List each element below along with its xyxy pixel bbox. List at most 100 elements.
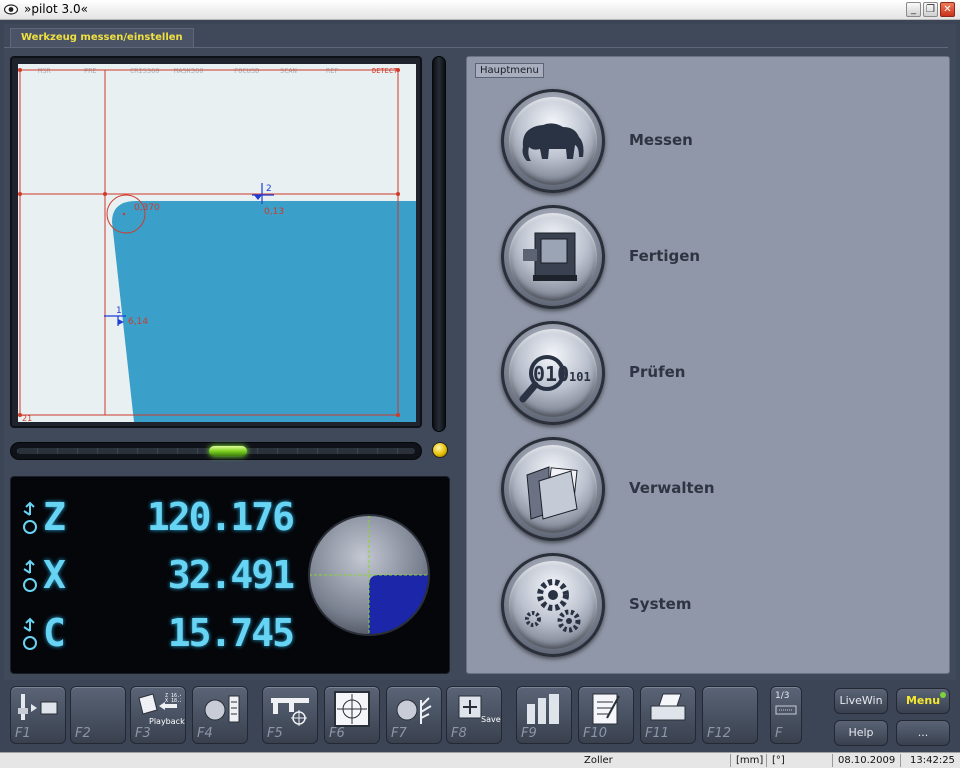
fkey-f2[interactable]: F2 (70, 686, 126, 744)
close-button[interactable]: ✕ (940, 2, 955, 17)
fkey-f10[interactable]: F10 (578, 686, 634, 744)
fkey-label: F1 (15, 726, 31, 741)
fkey-f11[interactable]: F11 (640, 686, 696, 744)
status-separator (900, 754, 901, 767)
fkey-f1[interactable]: F1 (10, 686, 66, 744)
menu-button[interactable]: Menu (896, 688, 950, 714)
main-menu-panel: Hauptmenu Messen Fertigen 010 101 Prüfen… (466, 56, 950, 674)
status-bar: Zoller [mm] [°] 08.10.2009 13:42:25 (0, 752, 960, 768)
minimize-button[interactable]: _ (906, 2, 921, 17)
fkey-label: F (775, 726, 783, 741)
status-unit-mm: [mm] (736, 755, 764, 766)
tab-divider (4, 47, 948, 48)
menu-indicator-icon (940, 692, 946, 698)
livewin-button[interactable]: LiveWin (834, 688, 888, 714)
fkey-label: F7 (391, 726, 407, 741)
axis-c-value: 15.745 (167, 611, 295, 655)
fkey-f12[interactable]: F12 (702, 686, 758, 744)
notepad-icon (592, 693, 620, 725)
title-bar: »pilot 3.0« _ ❐ ✕ (0, 0, 960, 20)
fkey-label: F12 (707, 726, 732, 741)
axis-row-c: C 15.745 (11, 607, 301, 663)
status-time: 13:42:25 (910, 755, 955, 766)
axis-arrows-icon (23, 559, 37, 592)
menu-item-system[interactable]: System (501, 553, 921, 661)
menu-label-messen: Messen (629, 131, 693, 149)
folder-icon (526, 466, 578, 520)
camera-tab-scan[interactable]: SCAN (280, 67, 297, 75)
menu-heading: Hauptmenu (475, 63, 544, 78)
fkey-f4[interactable]: F4 (192, 686, 248, 744)
fkey-label: F11 (645, 726, 670, 741)
fkey-f5[interactable]: F5 (262, 686, 318, 744)
slider-knob[interactable] (209, 446, 247, 456)
menu-label-verwalten: Verwalten (629, 479, 715, 497)
fkey-f8[interactable]: Save F8 (446, 686, 502, 744)
fkey-sublabel: Playback (149, 717, 185, 726)
menu-item-verwalten[interactable]: Verwalten (501, 437, 921, 545)
menu-button-system[interactable] (501, 553, 605, 657)
menu-button-pruefen[interactable]: 010 101 (501, 321, 605, 425)
fkey-sublabel: Save (481, 715, 501, 724)
camera-tab-detect[interactable]: DETECT (372, 67, 398, 75)
fkey-f7[interactable]: F7 (386, 686, 442, 744)
fkey-label: F8 (451, 726, 467, 741)
menu-button-messen[interactable] (501, 89, 605, 193)
marker2-id: 2 (266, 184, 272, 194)
axis-arrows-icon (23, 617, 37, 650)
camera-view-frame: MSR PRE CRIS360 MASK360 FOCUSD SCAN REF … (10, 56, 422, 428)
tab-werkzeug-messen[interactable]: Werkzeug messen/einstellen (10, 28, 194, 47)
focus-vertical-slider[interactable] (432, 56, 446, 432)
camera-tab-ref[interactable]: REF (326, 67, 339, 75)
fkey-label: F3 (135, 726, 151, 741)
status-date: 08.10.2009 (838, 755, 896, 766)
camera-tab-pre[interactable]: PRE (84, 67, 97, 75)
fkey-label: F6 (329, 726, 345, 741)
fkey-label: F9 (521, 726, 537, 741)
window-title: »pilot 3.0« (24, 2, 88, 16)
menu-label-pruefen: Prüfen (629, 363, 686, 381)
status-separator (730, 754, 731, 767)
zoom-horizontal-slider[interactable] (10, 442, 422, 460)
status-company: Zoller (584, 755, 613, 766)
app-eye-icon (4, 4, 18, 15)
status-led-icon (432, 442, 448, 458)
fkey-f3[interactable]: Z 16.474 X 18.224 Playback F3 (130, 686, 186, 744)
camera-tab-mask360[interactable]: MASK360 (174, 67, 204, 75)
camera-tab-cris360[interactable]: CRIS360 (130, 67, 160, 75)
status-unit-deg: [°] (772, 755, 785, 766)
printer-icon (650, 693, 686, 721)
more-button[interactable]: ... (896, 720, 950, 746)
axis-z-value: 120.176 (146, 495, 295, 539)
camera-tab-msr[interactable]: MSR (38, 67, 51, 75)
menu-label-fertigen: Fertigen (629, 247, 701, 265)
marker1-readout: 6,14 (128, 317, 148, 327)
page-icon (775, 705, 797, 715)
menu-button-fertigen[interactable] (501, 205, 605, 309)
axis-arrows-icon (23, 501, 37, 534)
fkey-f6[interactable]: F6 (324, 686, 380, 744)
axis-x-label: X (43, 553, 66, 597)
fkey-f9[interactable]: F9 (516, 686, 572, 744)
help-button[interactable]: Help (834, 720, 888, 746)
status-separator (766, 754, 767, 767)
menu-item-fertigen[interactable]: Fertigen (501, 205, 921, 313)
camera-tab-focusd[interactable]: FOCUSD (234, 67, 259, 75)
menu-item-messen[interactable]: Messen (501, 89, 921, 197)
fkey-label: F5 (267, 726, 283, 741)
axis-readout-panel: Z 120.176 X 32.491 C 15.745 (10, 476, 450, 674)
gears-icon (525, 579, 581, 633)
marker2-readout: 0,13 (264, 207, 284, 217)
maximize-button[interactable]: ❐ (923, 2, 938, 17)
camera-view[interactable]: MSR PRE CRIS360 MASK360 FOCUSD SCAN REF … (18, 64, 416, 422)
machine-icon (523, 232, 577, 281)
axis-c-label: C (43, 611, 66, 655)
menu-button-label: Menu (905, 694, 941, 707)
menu-label-system: System (629, 595, 692, 613)
menu-button-verwalten[interactable] (501, 437, 605, 541)
elephant-icon (522, 123, 584, 161)
tool-holders-icon (527, 694, 559, 724)
menu-item-pruefen[interactable]: 010 101 Prüfen (501, 321, 921, 429)
fkey-page[interactable]: 1/3 F (770, 686, 802, 744)
svg-text:X 18.224: X 18.224 (165, 698, 181, 704)
